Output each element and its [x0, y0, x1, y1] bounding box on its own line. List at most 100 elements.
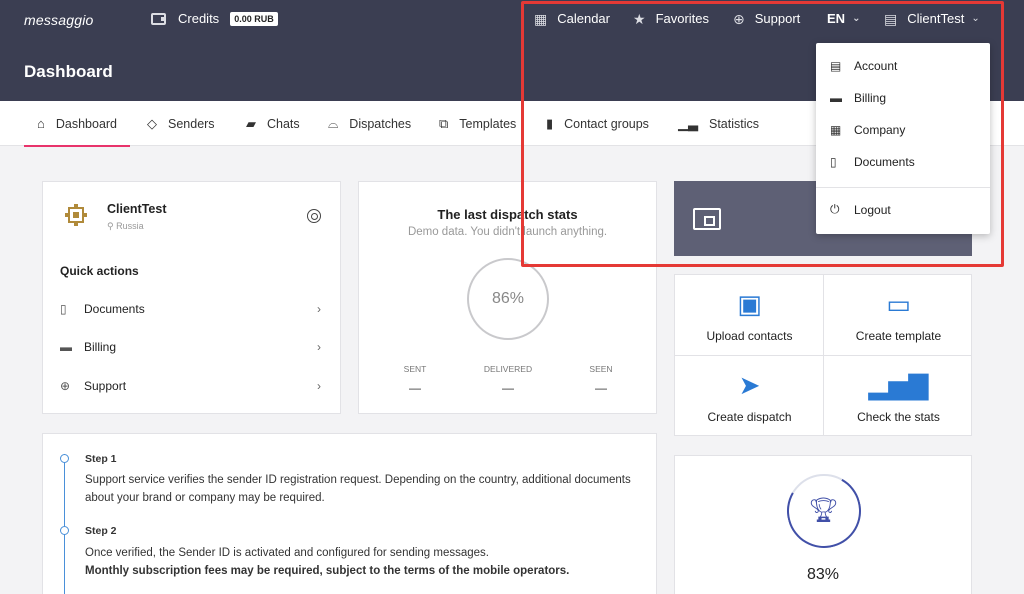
location-pin-icon: ⚲ [107, 221, 117, 231]
tab-dashboard[interactable]: ⌂ Dashboard [24, 101, 131, 147]
document-icon: ▯ [830, 155, 837, 169]
tab-label: Statistics [709, 116, 760, 131]
credits-balance-badge: 0.00 RUB [230, 11, 278, 26]
achievement-card: 🏆︎ 83% [674, 455, 972, 594]
metric-value: — [595, 381, 607, 395]
metric-label: SENT [403, 364, 427, 374]
timeline-dot [60, 526, 69, 535]
chevron-down-icon: ⌄ [852, 13, 861, 24]
tag-icon: ◇ [147, 115, 157, 131]
quick-action-billing[interactable]: ▬ Billing › [60, 337, 324, 357]
create-dispatch-button[interactable]: ➤ Create dispatch [675, 356, 824, 436]
document-icon: ▯ [60, 302, 67, 316]
menu-item-logout[interactable]: ⏻ Logout [830, 202, 891, 217]
company-logo-icon [65, 204, 87, 226]
create-template-button[interactable]: ▭ Create template [824, 275, 973, 355]
quick-actions-title: Quick actions [60, 264, 139, 278]
quick-action-label: Billing [84, 340, 117, 354]
upload-contacts-button[interactable]: ▣ Upload contacts [675, 275, 824, 355]
page-title: Dashboard [24, 62, 113, 81]
paper-plane-icon: ➤ [738, 370, 761, 400]
calendar-icon: ▦ [534, 10, 548, 27]
quick-action-support[interactable]: ⊕ Support › [60, 376, 324, 396]
menu-item-label: Company [854, 123, 906, 137]
metric-value: — [409, 381, 421, 395]
quick-action-label: Support [84, 379, 127, 393]
stats-subtitle: Demo data. You didn't launch anything. [407, 226, 608, 238]
wallet-icon: ▬ [60, 340, 72, 354]
action-label: Check the stats [857, 410, 940, 424]
tab-templates[interactable]: ⧉ Templates [439, 101, 516, 146]
menu-divider [816, 187, 990, 188]
tab-statistics[interactable]: ▁▃ Statistics [678, 101, 759, 146]
id-card-icon: ▤ [830, 59, 842, 73]
timeline-line [64, 454, 65, 594]
user-menu-toggle[interactable]: ▤ ClientTest ⌄ [884, 11, 980, 26]
wallet-icon [693, 208, 721, 230]
support-label: Support [754, 11, 801, 26]
chevron-right-icon: › [317, 340, 321, 354]
client-location: ⚲ Russia [107, 221, 144, 232]
tab-senders[interactable]: ◇ Senders [147, 101, 215, 146]
check-stats-button[interactable]: ▂▅▇ Check the stats [824, 356, 973, 436]
sender-steps-card: Step 1 Support service verifies the send… [42, 433, 657, 594]
menu-item-label: Account [854, 59, 898, 73]
action-label: Upload contacts [706, 329, 793, 343]
step-1-title: Step 1 [85, 453, 117, 465]
wallet-icon: ▬ [830, 91, 842, 105]
action-label: Create template [855, 329, 942, 343]
gear-icon[interactable] [307, 209, 321, 223]
credits[interactable]: Credits 0.00 RUB [151, 11, 278, 26]
menu-item-company[interactable]: ▦ Company [830, 123, 905, 137]
metric-sent: SENT — [375, 364, 455, 395]
action-label: Create dispatch [707, 410, 792, 424]
tab-label: Chats [267, 116, 300, 131]
chat-bubble-icon: ▭ [886, 289, 911, 319]
client-card: ClientTest ⚲ Russia Quick actions ▯ Docu… [42, 181, 341, 414]
star-icon: ★ [633, 10, 646, 27]
dispatch-stats-card: The last dispatch stats Demo data. You d… [358, 181, 657, 414]
copy-icon: ⧉ [439, 115, 449, 131]
id-card-icon: ▤ [884, 10, 898, 27]
menu-item-label: Billing [854, 91, 887, 105]
language-selector[interactable]: EN ⌄ [827, 11, 860, 26]
calendar-label: Calendar [557, 11, 610, 26]
tab-contact-groups[interactable]: ▮ Contact groups [546, 101, 649, 146]
lifebuoy-icon: ⊕ [733, 10, 745, 27]
tab-chats[interactable]: ▰ Chats [246, 101, 300, 146]
lifebuoy-icon: ⊕ [60, 379, 71, 393]
power-icon: ⏻ [830, 202, 840, 216]
metric-delivered: DELIVERED — [468, 364, 548, 395]
tab-label: Templates [459, 116, 517, 131]
wallet-icon [151, 12, 166, 25]
menu-item-documents[interactable]: ▯ Documents [830, 155, 915, 169]
logo[interactable]: messaggio [24, 12, 94, 28]
trophy-icon: 🏆︎ [808, 497, 839, 524]
tab-dispatches[interactable]: ⌓ Dispatches [328, 101, 411, 146]
chevron-right-icon: › [317, 379, 321, 393]
support-link[interactable]: ⊕ Support [733, 11, 800, 26]
step-1-text: Support service verifies the sender ID r… [85, 474, 631, 504]
chevron-down-icon: ⌄ [971, 13, 980, 24]
user-dropdown-menu: ▤ Account ▬ Billing ▦ Company ▯ Document… [816, 43, 990, 234]
language-label: EN [827, 11, 846, 26]
quick-action-label: Documents [84, 302, 145, 316]
credits-label: Credits [178, 11, 220, 26]
building-icon: ▦ [830, 123, 842, 137]
chat-icon: ▰ [246, 115, 256, 131]
bar-chart-icon: ▂▅▇ [868, 370, 929, 400]
calendar-link[interactable]: ▦ Calendar [534, 11, 610, 26]
tab-label: Dashboard [55, 116, 118, 131]
quick-action-documents[interactable]: ▯ Documents › [60, 299, 324, 319]
stats-percent-ring: 86% [467, 258, 549, 340]
contacts-book-icon: ▣ [737, 289, 762, 319]
step-2-title: Step 2 [85, 525, 117, 537]
step-2-note: Monthly subscription fees may be require… [85, 565, 570, 577]
menu-item-account[interactable]: ▤ Account [830, 59, 897, 73]
timeline-dot [60, 454, 69, 463]
favorites-link[interactable]: ★ Favorites [633, 11, 709, 26]
tab-label: Dispatches [349, 116, 412, 131]
menu-item-billing[interactable]: ▬ Billing [830, 91, 886, 105]
tab-label: Senders [168, 116, 215, 131]
user-name: ClientTest [907, 11, 965, 26]
